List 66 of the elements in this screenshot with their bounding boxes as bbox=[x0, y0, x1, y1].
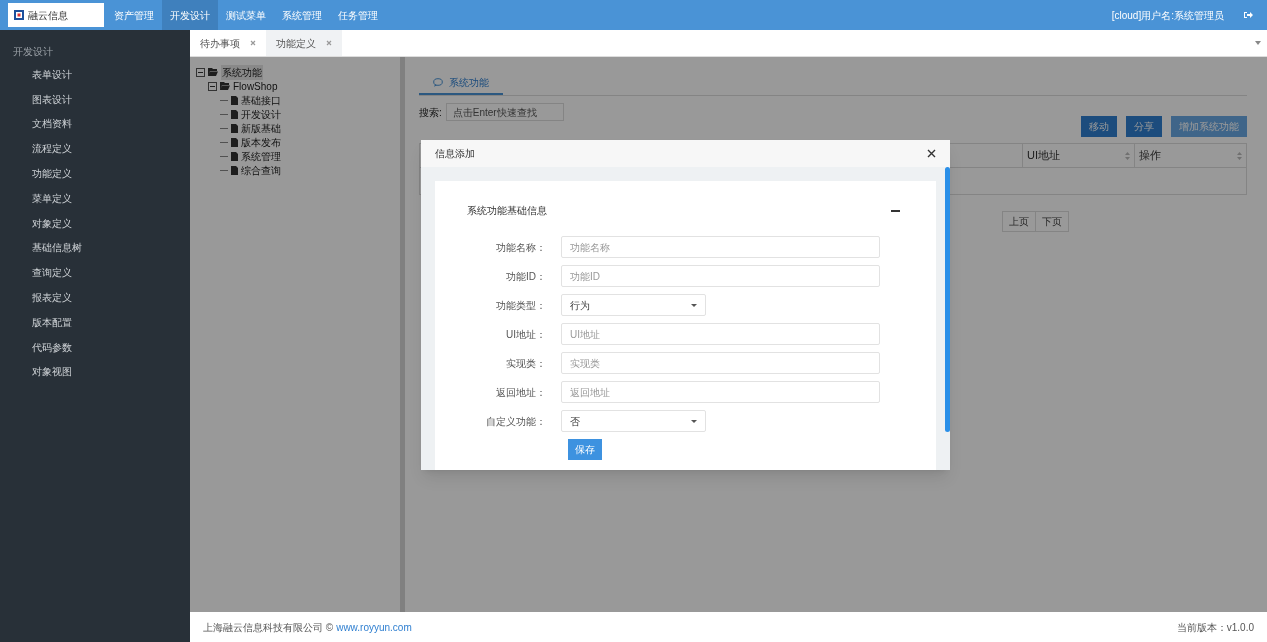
pager-button[interactable]: 上页 bbox=[1002, 211, 1036, 232]
tree-node-label[interactable]: 版本发布 bbox=[241, 134, 281, 150]
tree-node-label[interactable]: 基础接口 bbox=[241, 92, 281, 108]
sort-icon[interactable] bbox=[1125, 151, 1130, 160]
tree-node-label[interactable]: 系统功能 bbox=[221, 64, 263, 80]
logo-icon bbox=[14, 10, 24, 20]
nav-item[interactable]: 开发设计 bbox=[162, 0, 218, 30]
search-field[interactable]: 点击Enter快速查找 bbox=[445, 103, 564, 121]
field-label: 功能名称： bbox=[495, 240, 547, 255]
version-text: 当前版本：v1.0.0 bbox=[1176, 620, 1254, 635]
select-field[interactable]: 否 bbox=[561, 410, 706, 432]
action-button[interactable]: 分享 bbox=[1126, 116, 1162, 137]
field-label: 功能类型： bbox=[495, 298, 547, 313]
field-label: UI地址： bbox=[505, 327, 547, 342]
input-field[interactable]: 功能名称 bbox=[561, 236, 880, 258]
input-field[interactable]: 实现类 bbox=[561, 352, 880, 374]
tree-node-label[interactable]: 新版基础 bbox=[241, 120, 281, 136]
sidebar-item[interactable]: 对象定义 bbox=[0, 210, 190, 236]
sidebar-item[interactable]: 版本配置 bbox=[0, 309, 190, 335]
website-link[interactable]: www.royyun.com bbox=[336, 619, 412, 635]
column-header[interactable]: 操作 bbox=[1134, 144, 1246, 167]
field-label: 功能ID： bbox=[505, 269, 547, 284]
caret-icon bbox=[691, 419, 697, 423]
input-field[interactable]: 功能ID bbox=[561, 265, 880, 287]
collapse-icon[interactable] bbox=[208, 81, 217, 91]
folder-icon bbox=[208, 68, 218, 76]
field-label: 自定义功能： bbox=[485, 414, 547, 429]
sidebar-heading: 开发设计 bbox=[12, 45, 54, 59]
tab[interactable]: 功能定义 bbox=[266, 30, 342, 56]
sidebar-item[interactable]: 对象视图 bbox=[0, 359, 190, 385]
collapse-icon[interactable] bbox=[891, 209, 900, 212]
column-header[interactable]: UI地址 bbox=[1022, 144, 1134, 167]
caret-icon bbox=[691, 303, 697, 307]
sidebar-item[interactable]: 代码参数 bbox=[0, 334, 190, 360]
copyright-text: 上海融云信息科技有限公司 © bbox=[203, 620, 334, 635]
field-label: 返回地址： bbox=[495, 385, 547, 400]
logo: 融云信息 bbox=[8, 3, 104, 27]
close-icon[interactable] bbox=[927, 149, 936, 158]
dialog-title: 信息添加 bbox=[435, 147, 475, 161]
search-label: 搜索: bbox=[419, 105, 442, 120]
sidebar-item[interactable]: 文档资料 bbox=[0, 111, 190, 137]
sidebar-item[interactable]: 流程定义 bbox=[0, 136, 190, 162]
comment-icon bbox=[433, 77, 443, 87]
input-field[interactable]: UI地址 bbox=[561, 323, 880, 345]
sidebar-item[interactable]: 报表定义 bbox=[0, 285, 190, 310]
pager-button[interactable]: 下页 bbox=[1035, 211, 1069, 232]
tree-node-label[interactable]: FlowShop bbox=[233, 78, 278, 94]
sidebar-item[interactable]: 表单设计 bbox=[0, 62, 190, 87]
select-field[interactable]: 行为 bbox=[561, 294, 706, 316]
tree-node-label[interactable]: 综合查询 bbox=[241, 162, 281, 178]
sidebar-item[interactable]: 菜单定义 bbox=[0, 186, 190, 211]
logout-icon[interactable] bbox=[1244, 11, 1253, 19]
user-name: [cloud]用户名:系统管理员 bbox=[1111, 8, 1224, 23]
sidebar-item[interactable]: 图表设计 bbox=[0, 86, 190, 112]
sidebar-item[interactable]: 查询定义 bbox=[0, 260, 190, 286]
field-label: 实现类： bbox=[505, 356, 547, 371]
sidebar-item[interactable]: 功能定义 bbox=[0, 161, 190, 186]
sidebar-item[interactable]: 基础信息树 bbox=[0, 235, 190, 261]
dropdown-caret-icon[interactable] bbox=[1255, 41, 1261, 45]
collapse-icon[interactable] bbox=[196, 67, 205, 77]
tree-node-label[interactable]: 开发设计 bbox=[241, 106, 281, 122]
input-field[interactable]: 返回地址 bbox=[561, 381, 880, 403]
section-title: 系统功能基础信息 bbox=[467, 204, 547, 218]
sort-icon[interactable] bbox=[1237, 151, 1242, 160]
tree-node-label[interactable]: 系统管理 bbox=[241, 148, 281, 164]
folder-icon bbox=[220, 82, 230, 90]
